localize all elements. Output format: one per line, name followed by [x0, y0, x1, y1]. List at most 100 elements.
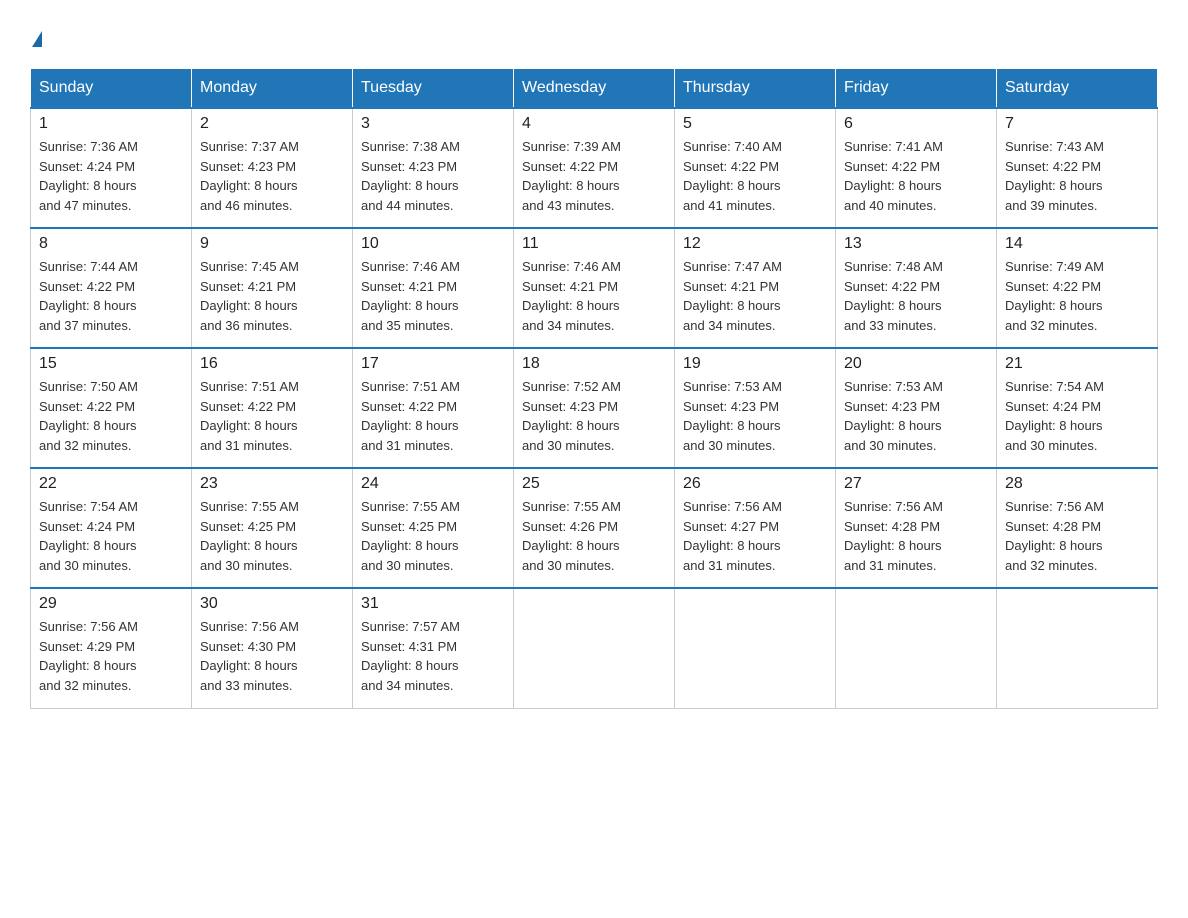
weekday-header-thursday: Thursday: [675, 69, 836, 109]
day-number: 8: [39, 235, 183, 253]
day-number: 29: [39, 595, 183, 613]
day-number: 2: [200, 115, 344, 133]
day-info: Sunrise: 7:44 AM Sunset: 4:22 PM Dayligh…: [39, 257, 183, 335]
day-number: 28: [1005, 475, 1149, 493]
day-info: Sunrise: 7:56 AM Sunset: 4:28 PM Dayligh…: [844, 497, 988, 575]
calendar-cell: 3 Sunrise: 7:38 AM Sunset: 4:23 PM Dayli…: [353, 108, 514, 228]
day-info: Sunrise: 7:49 AM Sunset: 4:22 PM Dayligh…: [1005, 257, 1149, 335]
day-info: Sunrise: 7:53 AM Sunset: 4:23 PM Dayligh…: [844, 377, 988, 455]
calendar-cell: [836, 588, 997, 708]
day-number: 10: [361, 235, 505, 253]
day-number: 23: [200, 475, 344, 493]
calendar-cell: 29 Sunrise: 7:56 AM Sunset: 4:29 PM Dayl…: [31, 588, 192, 708]
day-number: 30: [200, 595, 344, 613]
day-info: Sunrise: 7:51 AM Sunset: 4:22 PM Dayligh…: [361, 377, 505, 455]
weekday-header-friday: Friday: [836, 69, 997, 109]
calendar-cell: 21 Sunrise: 7:54 AM Sunset: 4:24 PM Dayl…: [997, 348, 1158, 468]
day-number: 24: [361, 475, 505, 493]
calendar-cell: [997, 588, 1158, 708]
calendar-cell: 31 Sunrise: 7:57 AM Sunset: 4:31 PM Dayl…: [353, 588, 514, 708]
day-info: Sunrise: 7:56 AM Sunset: 4:29 PM Dayligh…: [39, 617, 183, 695]
day-info: Sunrise: 7:56 AM Sunset: 4:30 PM Dayligh…: [200, 617, 344, 695]
day-number: 3: [361, 115, 505, 133]
day-info: Sunrise: 7:54 AM Sunset: 4:24 PM Dayligh…: [1005, 377, 1149, 455]
calendar-week-row: 15 Sunrise: 7:50 AM Sunset: 4:22 PM Dayl…: [31, 348, 1158, 468]
calendar-table: SundayMondayTuesdayWednesdayThursdayFrid…: [30, 68, 1158, 709]
day-info: Sunrise: 7:38 AM Sunset: 4:23 PM Dayligh…: [361, 137, 505, 215]
calendar-cell: 28 Sunrise: 7:56 AM Sunset: 4:28 PM Dayl…: [997, 468, 1158, 588]
calendar-cell: 19 Sunrise: 7:53 AM Sunset: 4:23 PM Dayl…: [675, 348, 836, 468]
calendar-header-row: SundayMondayTuesdayWednesdayThursdayFrid…: [31, 69, 1158, 109]
day-info: Sunrise: 7:56 AM Sunset: 4:28 PM Dayligh…: [1005, 497, 1149, 575]
calendar-cell: 5 Sunrise: 7:40 AM Sunset: 4:22 PM Dayli…: [675, 108, 836, 228]
weekday-header-wednesday: Wednesday: [514, 69, 675, 109]
day-info: Sunrise: 7:45 AM Sunset: 4:21 PM Dayligh…: [200, 257, 344, 335]
calendar-cell: 30 Sunrise: 7:56 AM Sunset: 4:30 PM Dayl…: [192, 588, 353, 708]
day-info: Sunrise: 7:56 AM Sunset: 4:27 PM Dayligh…: [683, 497, 827, 575]
day-number: 22: [39, 475, 183, 493]
calendar-cell: 2 Sunrise: 7:37 AM Sunset: 4:23 PM Dayli…: [192, 108, 353, 228]
calendar-cell: 12 Sunrise: 7:47 AM Sunset: 4:21 PM Dayl…: [675, 228, 836, 348]
calendar-cell: 23 Sunrise: 7:55 AM Sunset: 4:25 PM Dayl…: [192, 468, 353, 588]
calendar-cell: 11 Sunrise: 7:46 AM Sunset: 4:21 PM Dayl…: [514, 228, 675, 348]
calendar-cell: 7 Sunrise: 7:43 AM Sunset: 4:22 PM Dayli…: [997, 108, 1158, 228]
logo-top-line: [30, 20, 42, 48]
calendar-cell: [514, 588, 675, 708]
calendar-cell: [675, 588, 836, 708]
day-number: 1: [39, 115, 183, 133]
calendar-cell: 26 Sunrise: 7:56 AM Sunset: 4:27 PM Dayl…: [675, 468, 836, 588]
day-number: 7: [1005, 115, 1149, 133]
day-number: 27: [844, 475, 988, 493]
day-info: Sunrise: 7:46 AM Sunset: 4:21 PM Dayligh…: [522, 257, 666, 335]
page-header: [30, 20, 1158, 48]
day-info: Sunrise: 7:54 AM Sunset: 4:24 PM Dayligh…: [39, 497, 183, 575]
day-info: Sunrise: 7:51 AM Sunset: 4:22 PM Dayligh…: [200, 377, 344, 455]
calendar-cell: 25 Sunrise: 7:55 AM Sunset: 4:26 PM Dayl…: [514, 468, 675, 588]
day-info: Sunrise: 7:46 AM Sunset: 4:21 PM Dayligh…: [361, 257, 505, 335]
day-number: 5: [683, 115, 827, 133]
logo-triangle-icon: [32, 31, 42, 47]
day-number: 6: [844, 115, 988, 133]
calendar-cell: 6 Sunrise: 7:41 AM Sunset: 4:22 PM Dayli…: [836, 108, 997, 228]
day-info: Sunrise: 7:37 AM Sunset: 4:23 PM Dayligh…: [200, 137, 344, 215]
day-number: 15: [39, 355, 183, 373]
day-info: Sunrise: 7:55 AM Sunset: 4:25 PM Dayligh…: [361, 497, 505, 575]
calendar-cell: 20 Sunrise: 7:53 AM Sunset: 4:23 PM Dayl…: [836, 348, 997, 468]
logo: [30, 20, 42, 48]
calendar-cell: 22 Sunrise: 7:54 AM Sunset: 4:24 PM Dayl…: [31, 468, 192, 588]
calendar-cell: 4 Sunrise: 7:39 AM Sunset: 4:22 PM Dayli…: [514, 108, 675, 228]
day-info: Sunrise: 7:57 AM Sunset: 4:31 PM Dayligh…: [361, 617, 505, 695]
calendar-cell: 16 Sunrise: 7:51 AM Sunset: 4:22 PM Dayl…: [192, 348, 353, 468]
day-number: 14: [1005, 235, 1149, 253]
day-number: 12: [683, 235, 827, 253]
day-number: 11: [522, 235, 666, 253]
day-number: 25: [522, 475, 666, 493]
day-info: Sunrise: 7:52 AM Sunset: 4:23 PM Dayligh…: [522, 377, 666, 455]
calendar-cell: 14 Sunrise: 7:49 AM Sunset: 4:22 PM Dayl…: [997, 228, 1158, 348]
weekday-header-saturday: Saturday: [997, 69, 1158, 109]
day-number: 31: [361, 595, 505, 613]
calendar-cell: 17 Sunrise: 7:51 AM Sunset: 4:22 PM Dayl…: [353, 348, 514, 468]
day-number: 17: [361, 355, 505, 373]
calendar-cell: 8 Sunrise: 7:44 AM Sunset: 4:22 PM Dayli…: [31, 228, 192, 348]
day-info: Sunrise: 7:39 AM Sunset: 4:22 PM Dayligh…: [522, 137, 666, 215]
day-info: Sunrise: 7:47 AM Sunset: 4:21 PM Dayligh…: [683, 257, 827, 335]
day-number: 19: [683, 355, 827, 373]
calendar-week-row: 22 Sunrise: 7:54 AM Sunset: 4:24 PM Dayl…: [31, 468, 1158, 588]
calendar-cell: 27 Sunrise: 7:56 AM Sunset: 4:28 PM Dayl…: [836, 468, 997, 588]
day-info: Sunrise: 7:53 AM Sunset: 4:23 PM Dayligh…: [683, 377, 827, 455]
day-info: Sunrise: 7:40 AM Sunset: 4:22 PM Dayligh…: [683, 137, 827, 215]
calendar-cell: 1 Sunrise: 7:36 AM Sunset: 4:24 PM Dayli…: [31, 108, 192, 228]
calendar-week-row: 29 Sunrise: 7:56 AM Sunset: 4:29 PM Dayl…: [31, 588, 1158, 708]
day-info: Sunrise: 7:55 AM Sunset: 4:25 PM Dayligh…: [200, 497, 344, 575]
weekday-header-monday: Monday: [192, 69, 353, 109]
day-number: 13: [844, 235, 988, 253]
day-number: 26: [683, 475, 827, 493]
calendar-week-row: 8 Sunrise: 7:44 AM Sunset: 4:22 PM Dayli…: [31, 228, 1158, 348]
day-info: Sunrise: 7:48 AM Sunset: 4:22 PM Dayligh…: [844, 257, 988, 335]
calendar-cell: 18 Sunrise: 7:52 AM Sunset: 4:23 PM Dayl…: [514, 348, 675, 468]
day-number: 9: [200, 235, 344, 253]
day-number: 4: [522, 115, 666, 133]
weekday-header-tuesday: Tuesday: [353, 69, 514, 109]
day-info: Sunrise: 7:36 AM Sunset: 4:24 PM Dayligh…: [39, 137, 183, 215]
